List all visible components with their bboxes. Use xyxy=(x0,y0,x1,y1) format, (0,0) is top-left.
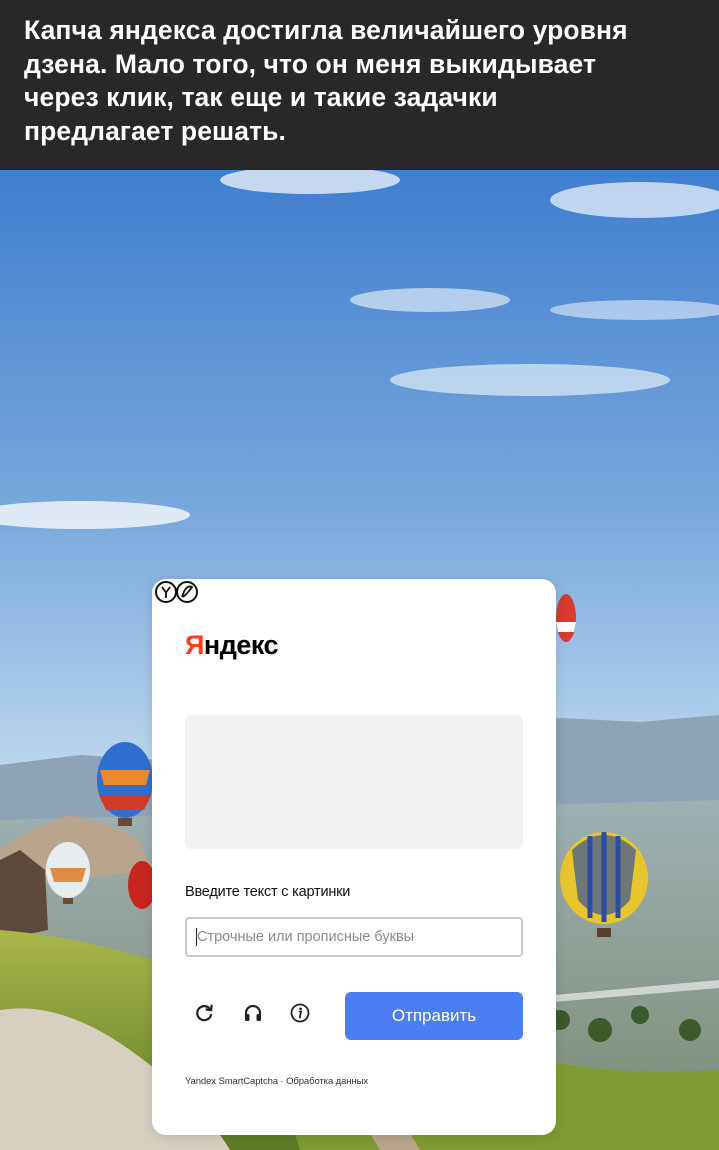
caption-line: предлагает решать. xyxy=(24,115,287,146)
info-button[interactable] xyxy=(289,1002,319,1032)
captcha-image xyxy=(185,715,523,849)
refresh-icon xyxy=(196,1004,213,1022)
submit-button[interactable]: Отправить xyxy=(345,992,523,1040)
headphones-icon xyxy=(244,1004,262,1021)
logo-first-letter: Я xyxy=(185,630,204,660)
yandex-logo: Яндекс xyxy=(185,630,279,661)
background-landscape: Яндекс Введите текст с картинки Строчные… xyxy=(0,170,719,1150)
post-caption: Капча яндекса достигла величайшего уровн… xyxy=(0,0,719,170)
caption-line: через клик, так еще и такие задачки xyxy=(24,82,498,112)
audio-captcha-button[interactable] xyxy=(242,1002,272,1032)
caption-line: дзена. Мало того, что он меня выкидывает xyxy=(24,48,597,79)
info-icon xyxy=(290,1003,310,1023)
refresh-button[interactable] xyxy=(194,1002,224,1032)
smartcaptcha-badge-icon xyxy=(155,581,198,603)
captcha-dialog: Яндекс Введите текст с картинки Строчные… xyxy=(152,579,556,1135)
text-caret xyxy=(196,928,197,946)
hot-air-balloon xyxy=(556,594,576,642)
captcha-footer-text[interactable]: Yandex SmartCaptcha · Обработка данных xyxy=(185,1076,368,1087)
captcha-prompt-label: Введите текст с картинки xyxy=(185,884,351,900)
captcha-text-input[interactable] xyxy=(185,917,523,957)
logo-rest: ндекс xyxy=(203,630,279,660)
caption-line: Капча яндекса достигла величайшего уровн… xyxy=(24,15,628,45)
